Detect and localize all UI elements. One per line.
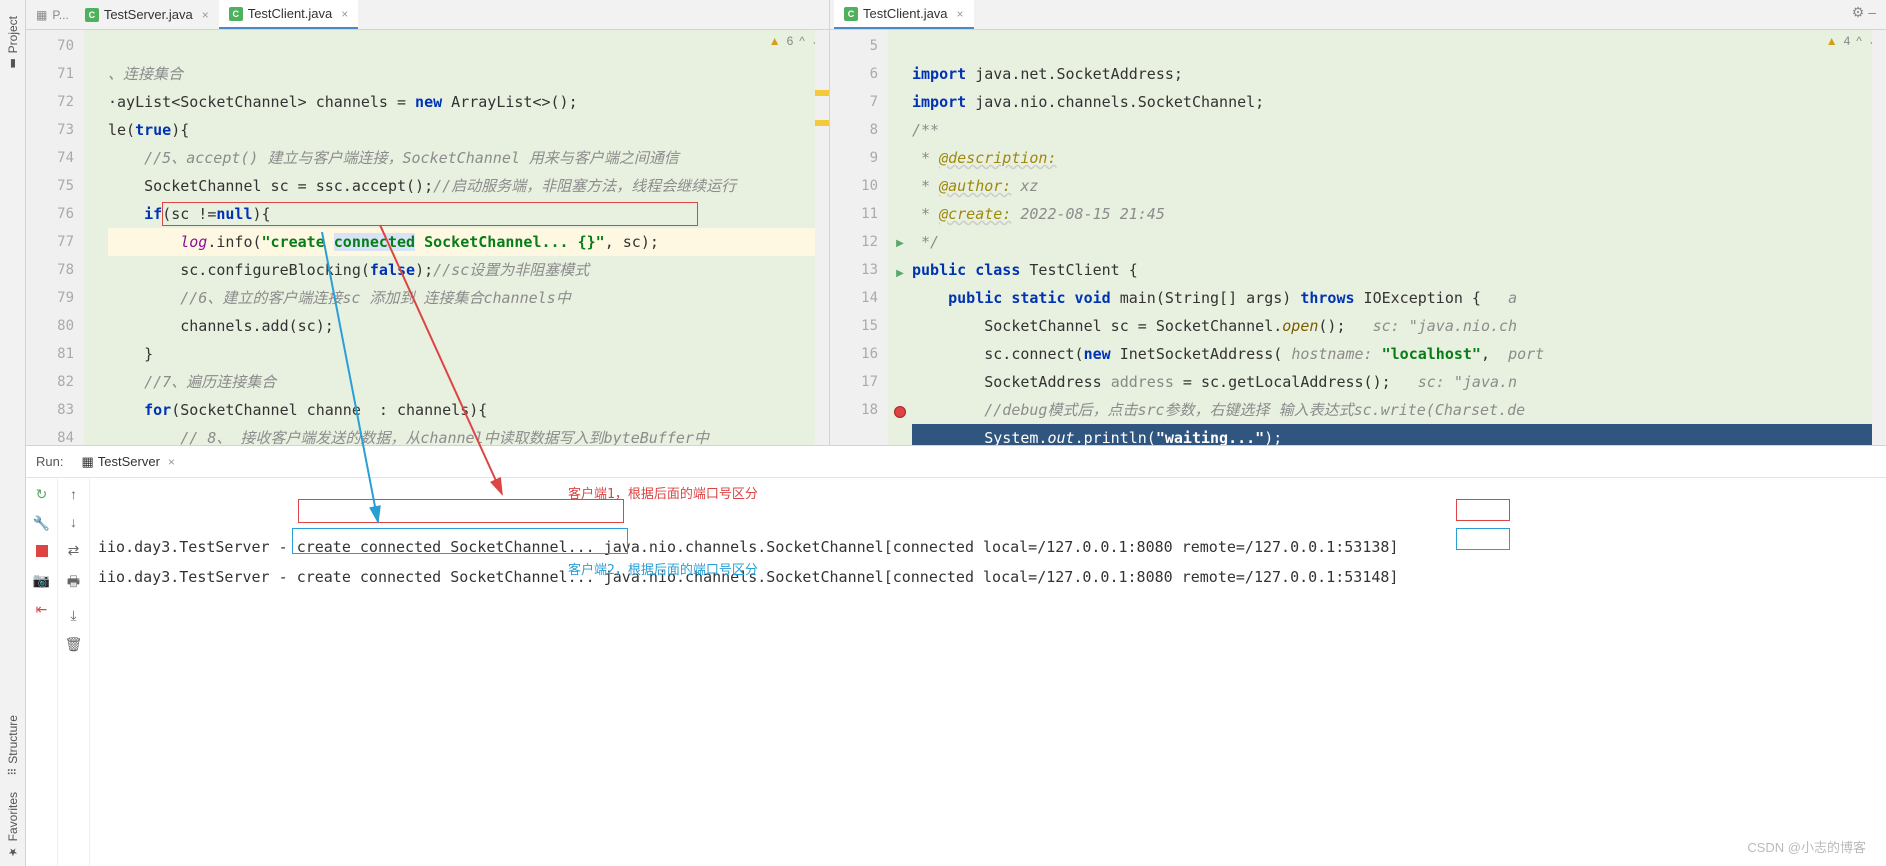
wrench-icon[interactable]: 🔧 [33,515,50,532]
code-area-right[interactable]: 56789101112131415161718 ▶ ▶ import java.… [830,30,1886,445]
editor-status-left: ▲6 ^ ⌄ [769,34,821,48]
project-tab[interactable]: ▮Project [4,8,22,78]
line-gutter: 707172737475767778798081828384 [26,30,84,445]
rerun-icon[interactable]: ↻ [36,486,48,503]
folder-icon: ▮ [6,57,19,70]
java-icon: C [85,8,99,22]
marker-strip[interactable] [815,30,829,445]
file-icon: ▦ [36,8,47,22]
left-sidebar: ▮Project ⠿Structure ★Favorites [0,0,26,866]
camera-icon[interactable]: 📷 [33,572,50,589]
close-icon[interactable]: × [957,7,964,21]
print-icon[interactable]: 🖶 [67,571,80,595]
annotation-redbox-port1 [1456,499,1510,521]
editor-pane-left: ▦P... CTestServer.java× CTestClient.java… [26,0,830,445]
tab-testclient-left[interactable]: CTestClient.java× [219,0,359,29]
annotation-redbox-code [162,202,698,226]
java-icon: C [844,7,858,21]
editor-pane-right: CTestClient.java× 5678910111213141516171… [830,0,1886,445]
watermark: CSDN @小志的博客 [1747,837,1866,856]
tab-collapsed[interactable]: ▦P... [30,0,75,29]
code-body-right[interactable]: import java.net.SocketAddress; import ja… [912,30,1872,445]
trash-icon[interactable]: 🗑 [65,636,83,653]
favorites-tab[interactable]: ★Favorites [4,784,22,866]
close-icon[interactable]: × [202,8,209,22]
annotation-bluebox-console2 [292,528,628,554]
tab-testserver[interactable]: CTestServer.java× [75,0,219,29]
line-gutter: 56789101112131415161718 [830,30,888,445]
warning-icon: ▲ [769,34,781,48]
run-icon[interactable]: ▶ [896,268,904,279]
console-output[interactable]: iio.day3.TestServer - create connected S… [90,478,1886,866]
warning-icon: ▲ [1826,34,1838,48]
breakpoint-icon[interactable] [894,406,906,418]
exit-icon[interactable]: ⇤ [36,601,48,618]
tab-testclient-right[interactable]: CTestClient.java× [834,0,974,29]
run-toolbar-primary: ↻ 🔧 📷 ⇤ [26,478,58,866]
run-label: Run: [36,454,63,469]
code-area-left[interactable]: 707172737475767778798081828384 、连接集合 ·ay… [26,30,829,445]
tabs-bar-right: CTestClient.java× [830,0,1886,30]
run-panel: Run: ▦TestServer× ⚙ – ↻ 🔧 📷 ⇤ ↑ ↓ ⇄ 🖶 [26,445,1886,866]
up-icon[interactable]: ↑ [70,486,77,502]
down-icon[interactable]: ↓ [70,514,77,530]
code-body-left[interactable]: 、连接集合 ·ayList<SocketChannel> channels = … [108,30,815,445]
annotation-bluebox-port2 [1456,528,1510,550]
editor-status-right: ▲4 ^ ⌄ [1826,34,1878,48]
app-icon: ▦ [81,454,93,470]
close-icon[interactable]: × [168,455,175,469]
annotation-text-client1: 客户端1，根据后面的端口号区分 [568,480,758,510]
wrap-icon[interactable]: ⇄ [68,542,80,559]
run-header: Run: ▦TestServer× ⚙ – [26,446,1886,478]
stop-icon[interactable] [36,544,48,560]
marker-strip[interactable] [1872,30,1886,445]
run-gutter: ▶ ▶ [888,30,912,445]
tabs-bar-left: ▦P... CTestServer.java× CTestClient.java… [26,0,829,30]
java-icon: C [229,7,243,21]
close-icon[interactable]: × [341,7,348,21]
annotation-text-client2: 客户端2，根据后面的端口号区分 [568,556,758,586]
scroll-icon[interactable]: ⤓ [70,607,76,624]
run-icon[interactable]: ▶ [896,238,904,249]
run-tab-testserver[interactable]: ▦TestServer× [75,454,180,470]
star-icon: ★ [6,845,19,858]
gear-icon[interactable]: ⚙ – [1852,4,1876,21]
structure-icon: ⠿ [6,768,19,776]
structure-tab[interactable]: ⠿Structure [4,707,22,784]
run-toolbar-secondary: ↑ ↓ ⇄ 🖶 ⤓ 🗑 [58,478,90,866]
